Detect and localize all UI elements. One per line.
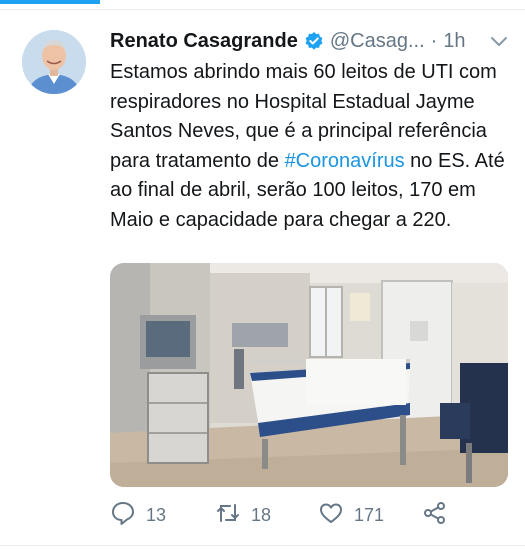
share-icon	[422, 500, 448, 531]
separator-dot: ·	[430, 29, 438, 52]
reply-count: 13	[146, 504, 167, 525]
avatar[interactable]	[22, 30, 86, 94]
divider	[0, 9, 525, 10]
reply-button[interactable]: 13	[110, 500, 166, 530]
divider	[0, 545, 525, 546]
retweet-count: 18	[251, 504, 272, 525]
reply-icon	[110, 500, 136, 531]
hashtag-link[interactable]: #Coronavírus	[285, 150, 405, 172]
author-name[interactable]: Renato Casagrande	[110, 30, 298, 53]
author-handle[interactable]: @Casag...	[330, 30, 425, 53]
heart-icon	[318, 500, 344, 531]
timestamp[interactable]: 1h	[443, 30, 465, 53]
tweet-actions: 13 18 171	[110, 500, 510, 530]
share-button[interactable]	[422, 500, 448, 530]
retweet-icon	[215, 500, 241, 531]
tweet-text: Estamos abrindo mais 60 leitos de UTI co…	[110, 58, 510, 235]
tab-indicator	[0, 0, 100, 4]
chevron-down-icon[interactable]	[488, 31, 510, 51]
tweet-photo[interactable]	[110, 263, 508, 487]
like-button[interactable]: 171	[318, 500, 384, 530]
tweet-header: Renato Casagrande @Casag... · 1h	[110, 27, 510, 55]
like-count: 171	[354, 504, 385, 525]
verified-badge-icon	[304, 31, 324, 51]
retweet-button[interactable]: 18	[215, 500, 271, 530]
